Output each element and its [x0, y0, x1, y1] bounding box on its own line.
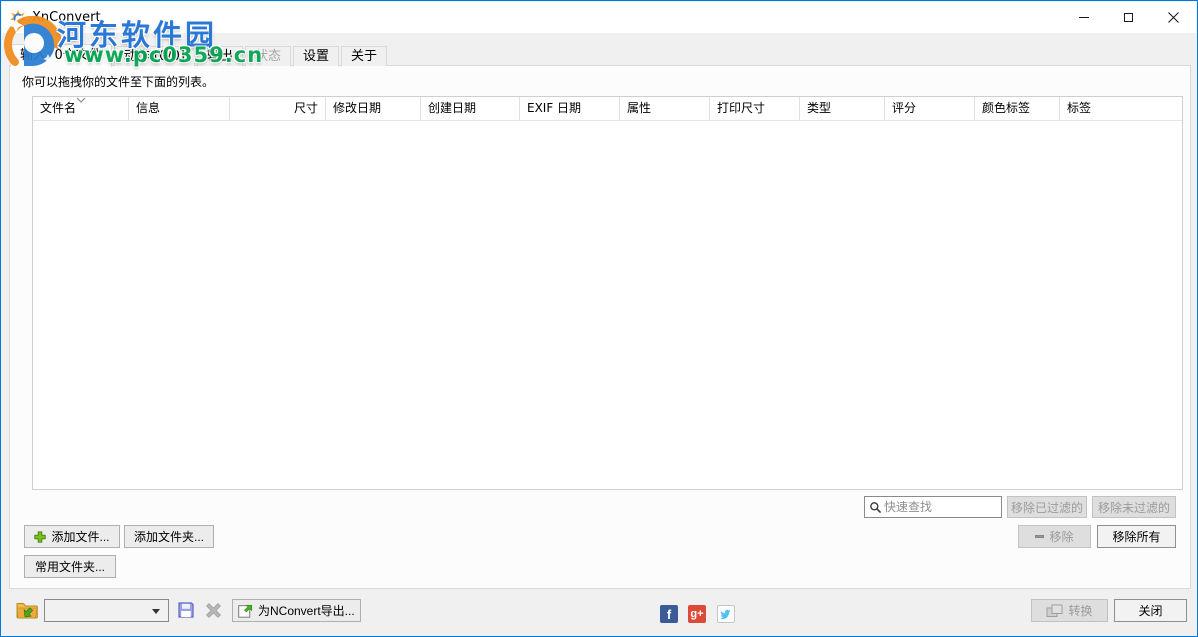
add-plus-icon: [34, 531, 46, 543]
column-header-attributes[interactable]: 属性: [620, 97, 710, 120]
quick-search-box: [864, 496, 1002, 518]
preset-combobox[interactable]: [44, 599, 169, 622]
frequent-folders-button[interactable]: 常用文件夹...: [24, 555, 116, 578]
column-header-print-size[interactable]: 打印尺寸: [710, 97, 800, 120]
add-files-button[interactable]: 添加文件...: [24, 525, 120, 548]
remove-all-button[interactable]: 移除所有: [1097, 525, 1176, 548]
convert-button: 转换: [1031, 599, 1108, 622]
export-arrow-icon: [238, 603, 253, 618]
save-floppy-icon: [177, 601, 195, 619]
combo-dropdown-arrow-icon: [152, 609, 160, 614]
app-icon: [10, 10, 26, 26]
main-tab-bar: 输入: 0个文件 动作 [0/0] 输出 状态 设置 关于: [10, 42, 389, 66]
close-icon: [1168, 12, 1179, 23]
column-header-type[interactable]: 类型: [800, 97, 885, 120]
column-header-modified-date[interactable]: 修改日期: [326, 97, 421, 120]
column-header-filename[interactable]: 文件名: [33, 97, 129, 120]
column-header-rating[interactable]: 评分: [885, 97, 975, 120]
column-header-size[interactable]: 尺寸: [230, 97, 326, 120]
convert-images-icon: [1046, 604, 1063, 618]
google-plus-icon: g+: [690, 608, 703, 620]
remove-button: 移除: [1018, 525, 1091, 548]
remove-filtered-button: 移除已过滤的: [1007, 496, 1087, 518]
maximize-button[interactable]: [1106, 2, 1151, 33]
facebook-icon: f: [667, 607, 671, 622]
close-dialog-button[interactable]: 关闭: [1114, 599, 1187, 622]
minimize-button[interactable]: [1061, 2, 1106, 33]
column-header-exif-date[interactable]: EXIF 日期: [520, 97, 620, 120]
google-plus-button[interactable]: g+: [688, 605, 706, 623]
window-title: XnConvert: [32, 10, 101, 25]
open-folder-button[interactable]: [15, 600, 39, 622]
tab-settings[interactable]: 设置: [293, 46, 339, 66]
delete-x-icon: [205, 602, 222, 618]
open-folder-icon: [16, 600, 38, 620]
search-icon: [869, 501, 882, 514]
add-folder-button[interactable]: 添加文件夹...: [124, 525, 214, 548]
column-header-info[interactable]: 信息: [129, 97, 230, 120]
save-preset-button[interactable]: [177, 601, 195, 622]
tab-actions[interactable]: 动作 [0/0]: [114, 46, 195, 66]
file-drop-area[interactable]: [33, 121, 1182, 489]
close-button[interactable]: [1151, 2, 1196, 33]
xnconvert-window: XnConvert 输入: 0个文件 动作 [0/0] 输出 状态 设置 关于 …: [0, 0, 1198, 637]
column-header-color-label[interactable]: 颜色标签: [975, 97, 1060, 120]
tab-about[interactable]: 关于: [341, 46, 387, 66]
column-header-created-date[interactable]: 创建日期: [421, 97, 520, 120]
tab-status: 状态: [245, 46, 291, 66]
file-list-table: 文件名 信息 尺寸 修改日期 创建日期 EXIF 日期 属性 打印尺寸 类型 评…: [32, 96, 1183, 490]
twitter-bird-icon: [720, 609, 733, 620]
export-nconvert-button[interactable]: 为NConvert导出...: [232, 599, 361, 622]
quick-search-input[interactable]: [884, 500, 1001, 514]
remove-minus-icon: [1035, 535, 1044, 538]
drag-drop-hint: 你可以拖拽你的文件至下面的列表。: [22, 73, 214, 90]
file-list-header: 文件名 信息 尺寸 修改日期 创建日期 EXIF 日期 属性 打印尺寸 类型 评…: [33, 97, 1182, 121]
delete-preset-button: [205, 602, 222, 621]
bottom-bar: 为NConvert导出... f g+ 转换 关闭: [2, 587, 1196, 635]
tab-input[interactable]: 输入: 0个文件: [10, 44, 112, 67]
remove-unfiltered-button: 移除未过滤的: [1092, 496, 1176, 518]
input-tab-pane: 你可以拖拽你的文件至下面的列表。 文件名 信息 尺寸 修改日期 创建日期 EXI…: [9, 65, 1191, 589]
maximize-icon: [1124, 13, 1133, 22]
twitter-button[interactable]: [717, 605, 735, 623]
title-bar: XnConvert: [2, 2, 1196, 33]
sort-indicator-icon: [76, 97, 86, 103]
minimize-icon: [1079, 17, 1089, 18]
tab-output[interactable]: 输出: [197, 46, 243, 66]
column-header-tags[interactable]: 标签: [1060, 97, 1182, 120]
facebook-button[interactable]: f: [660, 605, 678, 623]
